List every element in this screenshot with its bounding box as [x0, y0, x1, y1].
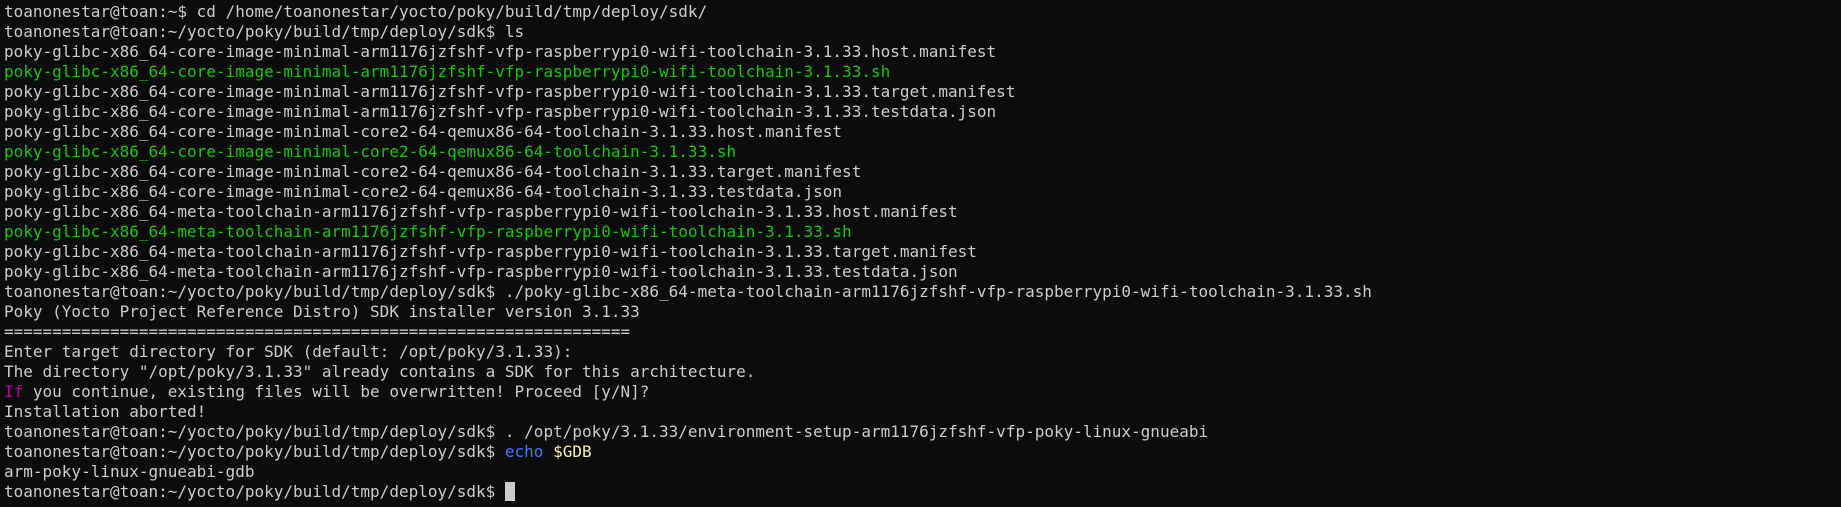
- terminal-line: toanonestar@toan:~/yocto/poky/build/tmp/…: [4, 482, 1837, 502]
- terminal-text: Poky (Yocto Project Reference Distro) SD…: [4, 302, 640, 321]
- terminal-text: poky-glibc-x86_64-meta-toolchain-arm1176…: [4, 242, 977, 261]
- terminal-line: arm-poky-linux-gnueabi-gdb: [4, 462, 1837, 482]
- terminal-text: poky-glibc-x86_64-core-image-minimal-arm…: [4, 42, 997, 61]
- terminal-line: Poky (Yocto Project Reference Distro) SD…: [4, 302, 1837, 322]
- terminal-line: toanonestar@toan:~/yocto/poky/build/tmp/…: [4, 22, 1837, 42]
- terminal-line: poky-glibc-x86_64-meta-toolchain-arm1176…: [4, 222, 1837, 242]
- terminal-window[interactable]: toanonestar@toan:~$ cd /home/toanonestar…: [0, 0, 1841, 507]
- terminal-text: toanonestar@toan:~$ cd /home/toanonestar…: [4, 2, 708, 21]
- terminal-text: poky-glibc-x86_64-core-image-minimal-arm…: [4, 62, 891, 81]
- terminal-text: poky-glibc-x86_64-meta-toolchain-arm1176…: [4, 222, 852, 241]
- terminal-line: poky-glibc-x86_64-core-image-minimal-arm…: [4, 82, 1837, 102]
- terminal-text: poky-glibc-x86_64-core-image-minimal-cor…: [4, 122, 843, 141]
- terminal-line: Enter target directory for SDK (default:…: [4, 342, 1837, 362]
- terminal-line: poky-glibc-x86_64-meta-toolchain-arm1176…: [4, 242, 1837, 262]
- terminal-line: toanonestar@toan:~/yocto/poky/build/tmp/…: [4, 442, 1837, 462]
- terminal-text: arm-poky-linux-gnueabi-gdb: [4, 462, 255, 481]
- terminal-text: poky-glibc-x86_64-meta-toolchain-arm1176…: [4, 202, 958, 221]
- terminal-text: poky-glibc-x86_64-meta-toolchain-arm1176…: [4, 262, 958, 281]
- terminal-line: ========================================…: [4, 322, 1837, 342]
- terminal-text: poky-glibc-x86_64-core-image-minimal-cor…: [4, 162, 862, 181]
- terminal-text: toanonestar@toan:~/yocto/poky/build/tmp/…: [4, 22, 525, 41]
- terminal-text: toanonestar@toan:~/yocto/poky/build/tmp/…: [4, 442, 505, 461]
- terminal-line: poky-glibc-x86_64-core-image-minimal-cor…: [4, 122, 1837, 142]
- terminal-cursor[interactable]: [504, 482, 515, 501]
- terminal-line: If you continue, existing files will be …: [4, 382, 1837, 402]
- terminal-line: poky-glibc-x86_64-core-image-minimal-arm…: [4, 62, 1837, 82]
- terminal-text: Enter target directory for SDK (default:…: [4, 342, 573, 361]
- terminal-text: poky-glibc-x86_64-core-image-minimal-arm…: [4, 102, 997, 121]
- terminal-line: toanonestar@toan:~$ cd /home/toanonestar…: [4, 2, 1837, 22]
- terminal-line: poky-glibc-x86_64-core-image-minimal-cor…: [4, 182, 1837, 202]
- terminal-text: toanonestar@toan:~/yocto/poky/build/tmp/…: [4, 282, 1372, 301]
- terminal-line: poky-glibc-x86_64-core-image-minimal-cor…: [4, 162, 1837, 182]
- terminal-line: Installation aborted!: [4, 402, 1837, 422]
- terminal-line: The directory "/opt/poky/3.1.33" already…: [4, 362, 1837, 382]
- terminal-line: toanonestar@toan:~/yocto/poky/build/tmp/…: [4, 282, 1837, 302]
- terminal-line: poky-glibc-x86_64-meta-toolchain-arm1176…: [4, 262, 1837, 282]
- terminal-text: toanonestar@toan:~/yocto/poky/build/tmp/…: [4, 422, 1209, 441]
- terminal-text: echo: [504, 442, 544, 461]
- terminal-line: poky-glibc-x86_64-core-image-minimal-cor…: [4, 142, 1837, 162]
- terminal-text: toanonestar@toan:~/yocto/poky/build/tmp/…: [4, 482, 505, 501]
- terminal-line: poky-glibc-x86_64-meta-toolchain-arm1176…: [4, 202, 1837, 222]
- terminal-line: toanonestar@toan:~/yocto/poky/build/tmp/…: [4, 422, 1837, 442]
- terminal-text: Installation aborted!: [4, 402, 207, 421]
- terminal-line: poky-glibc-x86_64-core-image-minimal-arm…: [4, 102, 1837, 122]
- terminal-text: poky-glibc-x86_64-core-image-minimal-cor…: [4, 142, 737, 161]
- terminal-text: you continue, existing files will be ove…: [23, 382, 650, 401]
- terminal-text: $GDB: [553, 442, 592, 461]
- terminal-text: The directory "/opt/poky/3.1.33" already…: [4, 362, 756, 381]
- terminal-text: poky-glibc-x86_64-core-image-minimal-arm…: [4, 82, 1016, 101]
- terminal-line: poky-glibc-x86_64-core-image-minimal-arm…: [4, 42, 1837, 62]
- terminal-text: poky-glibc-x86_64-core-image-minimal-cor…: [4, 182, 843, 201]
- terminal-text: If: [4, 382, 24, 401]
- terminal-text: ========================================…: [4, 322, 631, 341]
